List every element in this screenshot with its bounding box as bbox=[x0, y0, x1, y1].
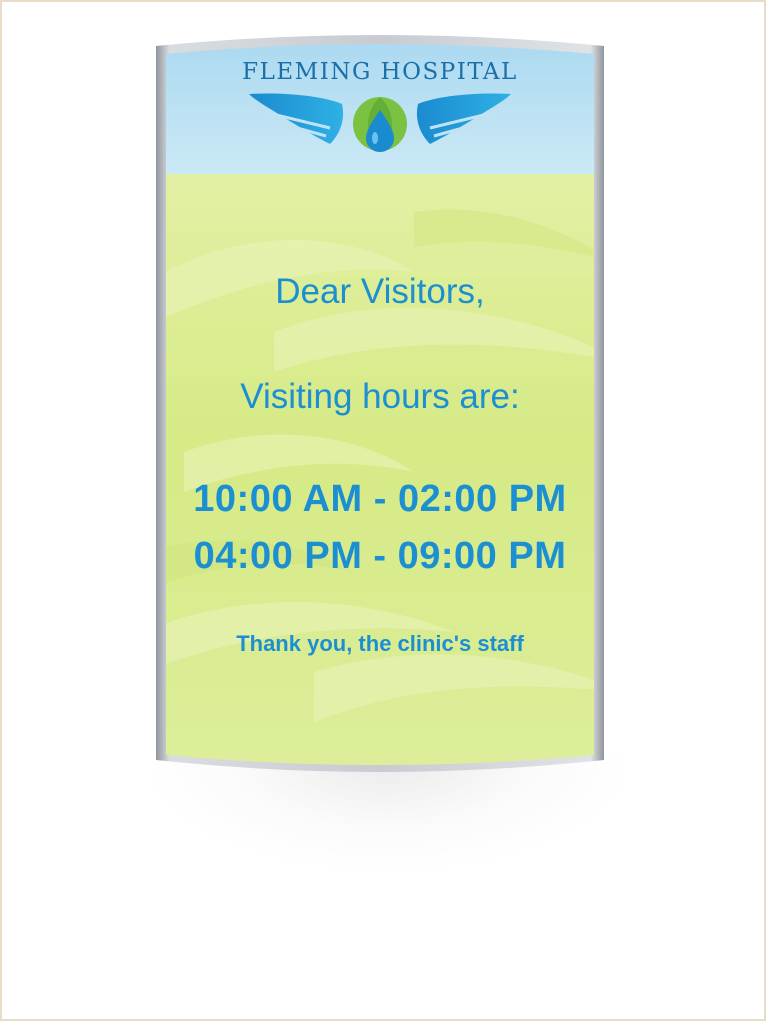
visiting-hours-morning: 10:00 AM - 02:00 PM bbox=[193, 478, 567, 520]
page: FLEMING HOSPITAL Dear Visitors, Visiting… bbox=[0, 0, 766, 1021]
visiting-hours-evening: 04:00 PM - 09:00 PM bbox=[193, 535, 567, 577]
hospital-name: FLEMING HOSPITAL bbox=[242, 59, 518, 85]
visiting-hours-heading: Visiting hours are: bbox=[240, 377, 520, 416]
hospital-sign: FLEMING HOSPITAL Dear Visitors, Visiting… bbox=[154, 32, 606, 777]
staff-signoff: Thank you, the clinic's staff bbox=[236, 631, 524, 656]
greeting-text: Dear Visitors, bbox=[275, 272, 485, 311]
